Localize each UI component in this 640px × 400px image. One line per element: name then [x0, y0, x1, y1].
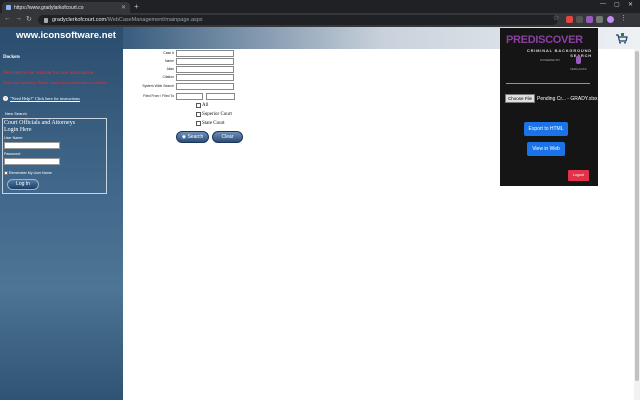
choose-file-button[interactable]: Choose File	[505, 94, 536, 103]
new-tab-icon[interactable]: +	[134, 2, 139, 11]
field-label: Case #	[163, 51, 174, 55]
court-superior-option[interactable]: Superior Court	[196, 112, 232, 117]
field-label: Filed From / Filed To	[143, 94, 174, 98]
field-label: Name	[164, 59, 174, 63]
field-alias-input[interactable]	[176, 65, 234, 73]
help-link[interactable]: ? "Need Help?" Click here for instructio…	[3, 96, 80, 101]
lock-icon	[44, 17, 48, 23]
divider	[506, 83, 590, 84]
extension-popup: PREDISCOVER CRIMINAL BACKGROUND SEARCH P…	[500, 28, 598, 186]
filed-to-input[interactable]	[206, 92, 235, 100]
back-icon[interactable]: ←	[4, 15, 11, 22]
extensions-puzzle-icon[interactable]	[596, 16, 603, 23]
maximize-icon[interactable]: ▢	[614, 1, 620, 8]
field-alias: Alias	[140, 65, 236, 73]
extension-icon[interactable]	[576, 16, 583, 23]
powered-by-label: POWERED BY	[540, 58, 561, 62]
search-button[interactable]: ◉ Search	[176, 131, 209, 143]
clear-button[interactable]: Clear	[212, 131, 243, 143]
minimize-icon[interactable]: —	[600, 1, 606, 7]
field-case-number-input[interactable]	[176, 49, 234, 57]
username-label: User Name:	[4, 136, 24, 140]
help-link-text: "Need Help?" Click here for instructions	[10, 96, 80, 101]
username-input[interactable]	[4, 142, 60, 149]
favicon-icon	[6, 5, 11, 10]
tab-close-icon[interactable]: ✕	[121, 4, 126, 11]
tab-strip: https://www.gradylarkofcourt.co ✕ + — ▢ …	[0, 0, 640, 13]
court-all-checkbox[interactable]	[196, 103, 201, 108]
field-label: Alias	[166, 67, 174, 71]
close-window-icon[interactable]: ✕	[628, 1, 633, 8]
alert-message: Welcome to our website for case informat…	[3, 71, 94, 76]
reload-icon[interactable]: ↻	[26, 15, 32, 23]
password-label: Password:	[4, 152, 21, 156]
filed-from-input[interactable]	[176, 92, 203, 100]
attorney-notice[interactable]: Notice for Attorneys: Please create your…	[3, 80, 107, 85]
password-input[interactable]	[4, 158, 60, 165]
file-picker[interactable]: Choose File Pending Cr... - GRADY.xlsx	[505, 94, 598, 103]
field-system-wide-search-input[interactable]	[176, 82, 234, 90]
field-system-wide-search: System Wide Search	[140, 82, 236, 90]
login-title: Court Officials and Attorneys Login Here	[4, 120, 76, 133]
court-state-option[interactable]: State Court	[196, 121, 225, 126]
prediscover-extension-icon[interactable]	[586, 16, 593, 23]
url-field[interactable]: gradyclerkofcourt.com/WebCaseManagement/…	[38, 15, 558, 25]
profile-avatar[interactable]	[607, 16, 614, 23]
brand-label: VERILANTE	[570, 67, 587, 71]
file-name: Pending Cr... - GRADY.xlsx	[537, 95, 598, 102]
star-icon[interactable]: ☆	[553, 14, 560, 22]
login-box: Court Officials and Attorneys Login Here…	[2, 118, 107, 194]
remember-checkbox[interactable]	[4, 171, 8, 175]
tab-title: https://www.gradylarkofcourt.co	[14, 4, 84, 11]
field-filed-range: Filed From / Filed To	[140, 92, 236, 100]
field-label: System Wide Search	[142, 84, 174, 88]
new-search-link[interactable]: New Search	[5, 111, 27, 116]
field-label: Citation	[162, 75, 175, 79]
remember-me[interactable]: Remember My User Name	[4, 171, 52, 175]
court-all-option[interactable]: All	[196, 103, 208, 108]
field-citation-input[interactable]	[176, 73, 234, 81]
forward-icon[interactable]: →	[15, 15, 22, 22]
login-button[interactable]: Log In	[7, 179, 39, 190]
scrollbar-thumb[interactable]	[635, 51, 639, 381]
url-text: gradyclerkofcourt.com/WebCaseManagement/…	[52, 17, 203, 23]
view-in-web-button[interactable]: View in Web	[527, 142, 565, 156]
logout-button[interactable]: Logout	[568, 170, 589, 181]
dockets-heading: Dockets	[3, 55, 20, 60]
field-name: Name	[140, 57, 236, 65]
field-name-input[interactable]	[176, 57, 234, 65]
prediscover-logo: PREDISCOVER	[506, 34, 583, 46]
address-bar-row: ← → ↻ gradyclerkofcourt.com/WebCaseManag…	[0, 13, 640, 27]
site-title: www.iconsoftware.net	[16, 30, 116, 41]
court-superior-checkbox[interactable]	[196, 112, 201, 117]
pdf-extension-icon[interactable]	[566, 16, 573, 23]
menu-icon[interactable]: ⋮	[620, 14, 627, 22]
cart-icon[interactable]	[615, 32, 628, 44]
browser-tab[interactable]: https://www.gradylarkofcourt.co ✕	[2, 2, 130, 13]
page-scrollbar[interactable]	[634, 49, 640, 400]
field-citation: Citation	[140, 73, 236, 81]
help-icon: ?	[3, 96, 8, 101]
field-case-number: Case #	[140, 49, 236, 57]
export-html-button[interactable]: Export to HTML	[524, 122, 568, 136]
verilante-logo-icon	[576, 56, 581, 64]
court-state-checkbox[interactable]	[196, 121, 201, 126]
